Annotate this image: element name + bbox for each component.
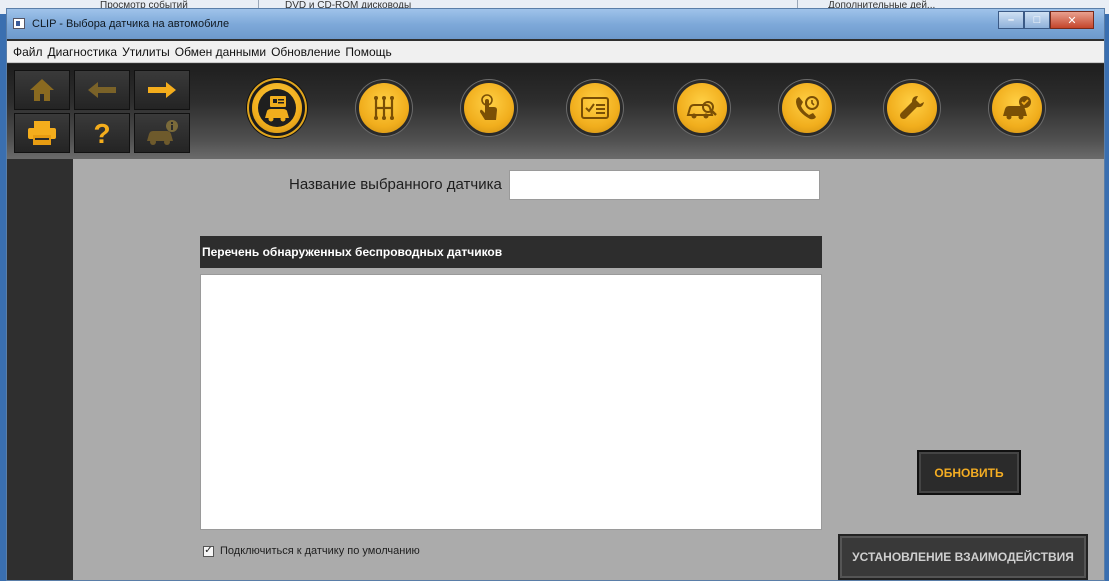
default-sensor-option[interactable]: ✓ Подключиться к датчику по умолчанию [203,545,420,557]
clip-window: CLIP - Выбора датчика на автомобиле – □ … [6,8,1105,581]
main-toolbar: ? [7,64,1104,159]
wrench-button[interactable] [887,83,937,133]
minimize-button[interactable]: – [998,11,1024,29]
sensor-list[interactable] [200,274,822,530]
refresh-button[interactable]: ОБНОВИТЬ [917,450,1021,495]
checklist-button[interactable] [570,83,620,133]
vehicle-info-icon [147,120,178,145]
window-controls: – □ ✕ [998,11,1094,29]
menu-update[interactable]: Обновление [271,45,340,59]
default-sensor-checkbox-label: Подключиться к датчику по умолчанию [220,545,420,557]
sensor-list-header: Перечень обнаруженных беспроводных датчи… [200,236,822,268]
menu-diagnostics[interactable]: Диагностика [48,45,118,59]
phone-support-button[interactable] [782,83,832,133]
connect-button[interactable]: УСТАНОВЛЕНИЕ ВЗАИМОДЕЙСТВИЯ [838,534,1088,580]
checklist-icon [581,97,609,119]
phone-support-icon [796,96,819,120]
app-icon [13,18,25,29]
vehicle-scan-icon [686,101,717,119]
touch-icon [480,94,497,120]
close-button[interactable]: ✕ [1050,11,1094,29]
menu-data-exchange[interactable]: Обмен данными [175,45,266,59]
home-icon [30,79,54,101]
forward-arrow-icon [148,82,176,98]
window-title: CLIP - Выбора датчика на автомобиле [32,18,230,30]
menu-utilities[interactable]: Утилиты [122,45,170,59]
touch-button[interactable] [464,83,514,133]
back-arrow-icon [88,82,116,98]
gearbox-icon [374,96,394,120]
vehicle-check-button[interactable] [992,83,1042,133]
vehicle-scan-button[interactable] [677,83,727,133]
menu-bar: Файл Диагностика Утилиты Обмен данными О… [7,41,1104,63]
vehicle-info-button[interactable] [134,113,190,153]
help-button[interactable]: ? [74,113,130,153]
maximize-button[interactable]: □ [1024,11,1050,29]
sensor-name-label: Название выбранного датчика [289,176,502,193]
print-button[interactable] [14,113,70,153]
sensor-name-input[interactable] [509,170,820,200]
left-rail [7,159,73,580]
sensor-selection-panel: Название выбранного датчика Перечень обн… [73,159,1104,580]
help-icon: ? [93,119,110,147]
gearbox-button[interactable] [359,83,409,133]
vehicle-id-button[interactable] [252,83,302,133]
printer-icon [28,121,56,145]
back-button[interactable] [74,70,130,110]
title-bar[interactable]: CLIP - Выбора датчика на автомобиле – □ … [7,9,1104,39]
default-sensor-checkbox[interactable]: ✓ [203,545,214,557]
vehicle-check-icon [1003,96,1031,120]
menu-help[interactable]: Помощь [345,45,391,59]
menu-file[interactable]: Файл [13,45,43,59]
forward-button[interactable] [134,70,190,110]
svg-text:?: ? [93,119,110,147]
wrench-icon [900,96,924,119]
vehicle-id-icon [265,96,289,122]
home-button[interactable] [14,70,70,110]
